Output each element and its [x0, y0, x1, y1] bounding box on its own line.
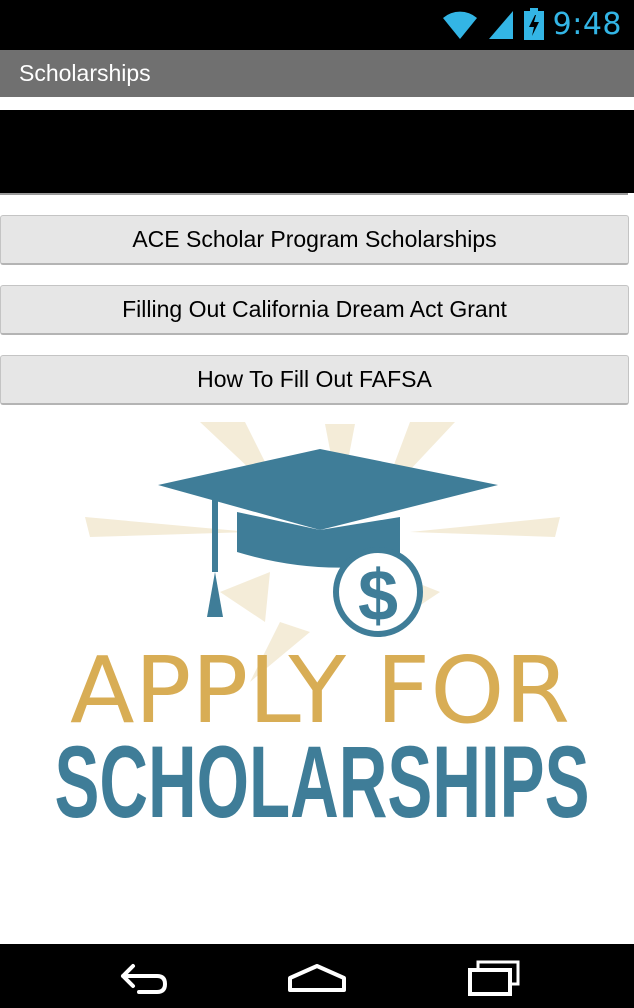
- apply-for-scholarships-logo: $ APPLY FOR SCHOLARSHIPS: [55, 422, 590, 832]
- status-time: 9:48: [552, 6, 622, 42]
- dream-act-button[interactable]: Filling Out California Dream Act Grant: [0, 285, 629, 335]
- banner-area: [0, 110, 634, 193]
- grad-cap-board: [158, 449, 498, 530]
- navigation-bar: [0, 944, 634, 1008]
- home-icon[interactable]: [282, 958, 352, 998]
- action-bar: Scholarships: [0, 50, 634, 97]
- page-title: Scholarships: [19, 60, 151, 86]
- signal-icon: [488, 11, 513, 39]
- divider: [0, 193, 628, 195]
- battery-charging-icon: [523, 8, 544, 40]
- tassel: [207, 572, 223, 617]
- wifi-icon: [442, 11, 477, 40]
- back-icon[interactable]: [105, 958, 175, 998]
- status-icons: 9:48: [441, 4, 622, 44]
- app-screen: 9:48 Scholarships ACE Scholar Program Sc…: [0, 0, 634, 1008]
- ace-scholar-button[interactable]: ACE Scholar Program Scholarships: [0, 215, 629, 265]
- dollar-symbol: $: [358, 556, 398, 636]
- status-bar: 9:48: [0, 0, 634, 50]
- recent-apps-icon[interactable]: [458, 958, 528, 998]
- logo-line2: SCHOLARSHIPS: [55, 725, 590, 832]
- fafsa-button[interactable]: How To Fill Out FAFSA: [0, 355, 629, 405]
